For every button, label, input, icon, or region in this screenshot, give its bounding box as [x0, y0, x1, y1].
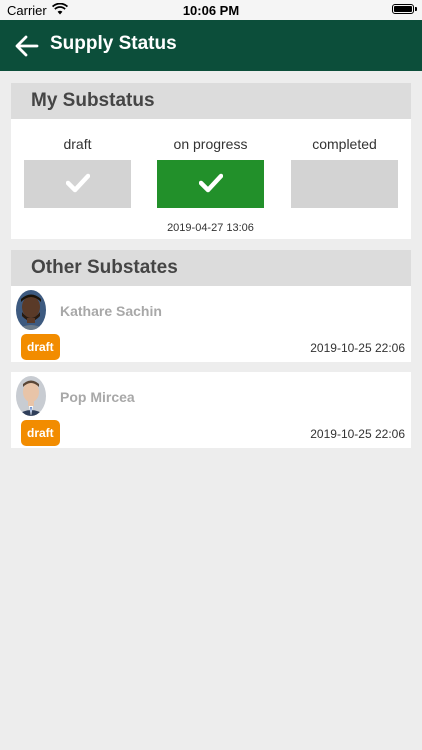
step-label: on progress — [173, 136, 248, 152]
my-substatus-header: My Substatus — [11, 83, 411, 119]
other-substates-header: Other Substates — [11, 250, 411, 286]
person-name: Pop Mircea — [60, 389, 135, 405]
entry-date: 2019-10-25 22:06 — [310, 341, 405, 355]
entry-date: 2019-10-25 22:06 — [310, 427, 405, 441]
page-title: Supply Status — [50, 33, 177, 54]
person-name: Kathare Sachin — [60, 303, 162, 319]
checkmark-icon — [66, 173, 90, 193]
step-label: completed — [312, 136, 377, 152]
list-item[interactable]: Pop Mircea draft 2019-10-25 22:06 — [11, 372, 411, 448]
status-badge: draft — [21, 420, 60, 446]
step-on-progress-button[interactable] — [157, 160, 264, 208]
status-bar: Carrier 10:06 PM — [0, 0, 422, 20]
avatar — [16, 290, 46, 330]
my-substatus-date: 2019-04-27 13:06 — [167, 222, 254, 234]
step-label: draft — [63, 136, 92, 152]
nav-bar: Supply Status — [0, 20, 422, 71]
battery-icon — [392, 4, 417, 14]
status-badge: draft — [21, 334, 60, 360]
checkmark-icon — [199, 173, 223, 193]
step-completed-button[interactable] — [291, 160, 398, 208]
avatar — [16, 376, 46, 416]
back-arrow-icon[interactable] — [14, 33, 40, 59]
status-time: 10:06 PM — [182, 3, 240, 18]
my-substatus-card: draft on progress completed 2019-04-27 1… — [11, 119, 411, 239]
step-draft-button[interactable] — [24, 160, 131, 208]
list-item[interactable]: Kathare Sachin draft 2019-10-25 22:06 — [11, 286, 411, 362]
